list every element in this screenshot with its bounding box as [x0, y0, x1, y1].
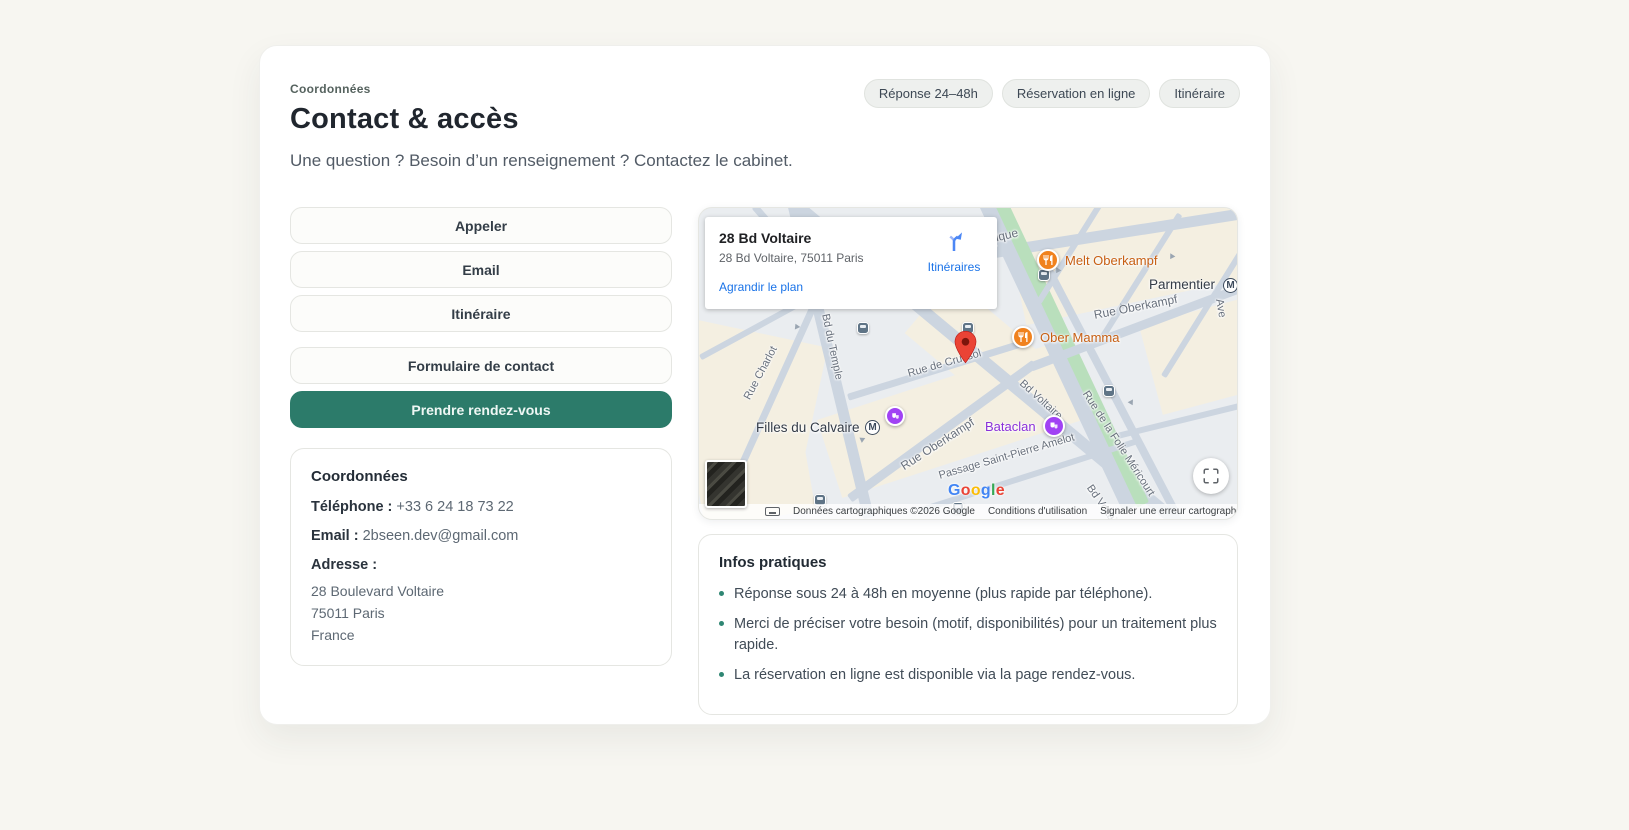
- contact-card-title: Coordonnées: [311, 468, 651, 485]
- restaurant-poi-icon[interactable]: [1012, 326, 1034, 348]
- list-item: Merci de préciser votre besoin (motif, d…: [719, 614, 1217, 656]
- metro-icon: [1223, 278, 1238, 293]
- google-logo[interactable]: Google: [948, 482, 1005, 500]
- restaurant-poi-icon[interactable]: [1037, 249, 1059, 271]
- badge-directions: Itinéraire: [1159, 79, 1240, 108]
- map-info-overlay: 28 Bd Voltaire 28 Bd Voltaire, 75011 Par…: [705, 217, 997, 309]
- street-label: Ave: [1213, 298, 1228, 319]
- map-pin-icon[interactable]: [954, 331, 977, 369]
- address-line-street: 28 Boulevard Voltaire: [311, 580, 651, 602]
- left-column: Appeler Email Itinéraire Formulaire de c…: [290, 207, 672, 715]
- poi-label-melt-oberkampf[interactable]: Melt Oberkampf: [1065, 253, 1157, 268]
- area-label-parmentier: Parmentier: [1149, 277, 1215, 292]
- map-attribution-bar: Données cartographiques ©2026 Google Con…: [699, 504, 1237, 519]
- train-station-icon: [1103, 385, 1115, 397]
- call-button[interactable]: Appeler: [290, 207, 672, 244]
- badge-response-time: Réponse 24–48h: [864, 79, 993, 108]
- phone-label: Téléphone :: [311, 499, 392, 515]
- address-line-country: France: [311, 624, 651, 646]
- theater-poi-icon[interactable]: [885, 406, 905, 426]
- right-column: Av. de la République Rue Oberkampf Rue O…: [698, 207, 1238, 715]
- terms-link[interactable]: Conditions d'utilisation: [988, 506, 1087, 517]
- badge-row: Réponse 24–48h Réservation en ligne Itin…: [864, 79, 1240, 108]
- directions-button[interactable]: Itinéraire: [290, 295, 672, 332]
- poi-label-bataclan[interactable]: Bataclan: [985, 419, 1036, 434]
- map-data-attribution: Données cartographiques ©2026 Google: [793, 506, 975, 517]
- contact-details-card: Coordonnées Téléphone : +33 6 24 18 73 2…: [290, 448, 672, 666]
- pan-control-button[interactable]: [1193, 458, 1229, 494]
- book-appointment-button[interactable]: Prendre rendez-vous: [290, 391, 672, 428]
- metro-icon: [865, 420, 880, 435]
- info-item-text: La réservation en ligne est disponible v…: [734, 665, 1135, 686]
- phone-row: Téléphone : +33 6 24 18 73 22: [311, 499, 651, 515]
- bullet-icon: [719, 672, 724, 677]
- report-error-link[interactable]: Signaler une erreur cartographique: [1100, 506, 1238, 517]
- poi-label-ober-mamma[interactable]: Ober Mamma: [1040, 330, 1119, 345]
- address-row: Adresse :: [311, 557, 651, 573]
- phone-value[interactable]: +33 6 24 18 73 22: [396, 499, 513, 515]
- map-directions-control[interactable]: Itinéraires: [921, 229, 987, 274]
- email-row: Email : 2bseen.dev@gmail.com: [311, 528, 651, 544]
- list-item: La réservation en ligne est disponible v…: [719, 665, 1217, 686]
- pan-arrows-icon: [1202, 467, 1220, 485]
- theater-poi-icon[interactable]: [1043, 415, 1065, 437]
- info-item-text: Merci de préciser votre besoin (motif, d…: [734, 614, 1217, 656]
- area-label-filles-du-calvaire: Filles du Calvaire: [756, 420, 860, 435]
- bullet-icon: [719, 591, 724, 596]
- list-item: Réponse sous 24 à 48h en moyenne (plus r…: [719, 584, 1217, 605]
- enlarge-map-link[interactable]: Agrandir le plan: [719, 280, 983, 294]
- bus-stop-icon: [857, 322, 869, 334]
- practical-info-title: Infos pratiques: [719, 554, 1217, 571]
- content-columns: Appeler Email Itinéraire Formulaire de c…: [290, 207, 1238, 715]
- contact-form-button[interactable]: Formulaire de contact: [290, 347, 672, 384]
- email-value[interactable]: 2bseen.dev@gmail.com: [363, 528, 519, 544]
- oneway-arrow-icon: [1128, 399, 1136, 406]
- page-subtitle: Une question ? Besoin d’un renseignement…: [290, 151, 1240, 171]
- directions-fork-icon: [942, 229, 966, 253]
- badge-online-booking: Réservation en ligne: [1002, 79, 1151, 108]
- email-label: Email :: [311, 528, 359, 544]
- address-line-city: 75011 Paris: [311, 602, 651, 624]
- satellite-view-toggle[interactable]: [705, 460, 747, 508]
- keyboard-shortcuts-icon[interactable]: [765, 507, 780, 516]
- practical-info-card: Infos pratiques Réponse sous 24 à 48h en…: [698, 534, 1238, 715]
- info-item-text: Réponse sous 24 à 48h en moyenne (plus r…: [734, 584, 1152, 605]
- contact-section-card: Coordonnées Contact & accès Une question…: [259, 45, 1271, 725]
- google-map-embed[interactable]: Av. de la République Rue Oberkampf Rue O…: [698, 207, 1238, 520]
- bullet-icon: [719, 621, 724, 626]
- address-label: Adresse :: [311, 557, 377, 573]
- directions-link-label: Itinéraires: [921, 260, 987, 274]
- email-button[interactable]: Email: [290, 251, 672, 288]
